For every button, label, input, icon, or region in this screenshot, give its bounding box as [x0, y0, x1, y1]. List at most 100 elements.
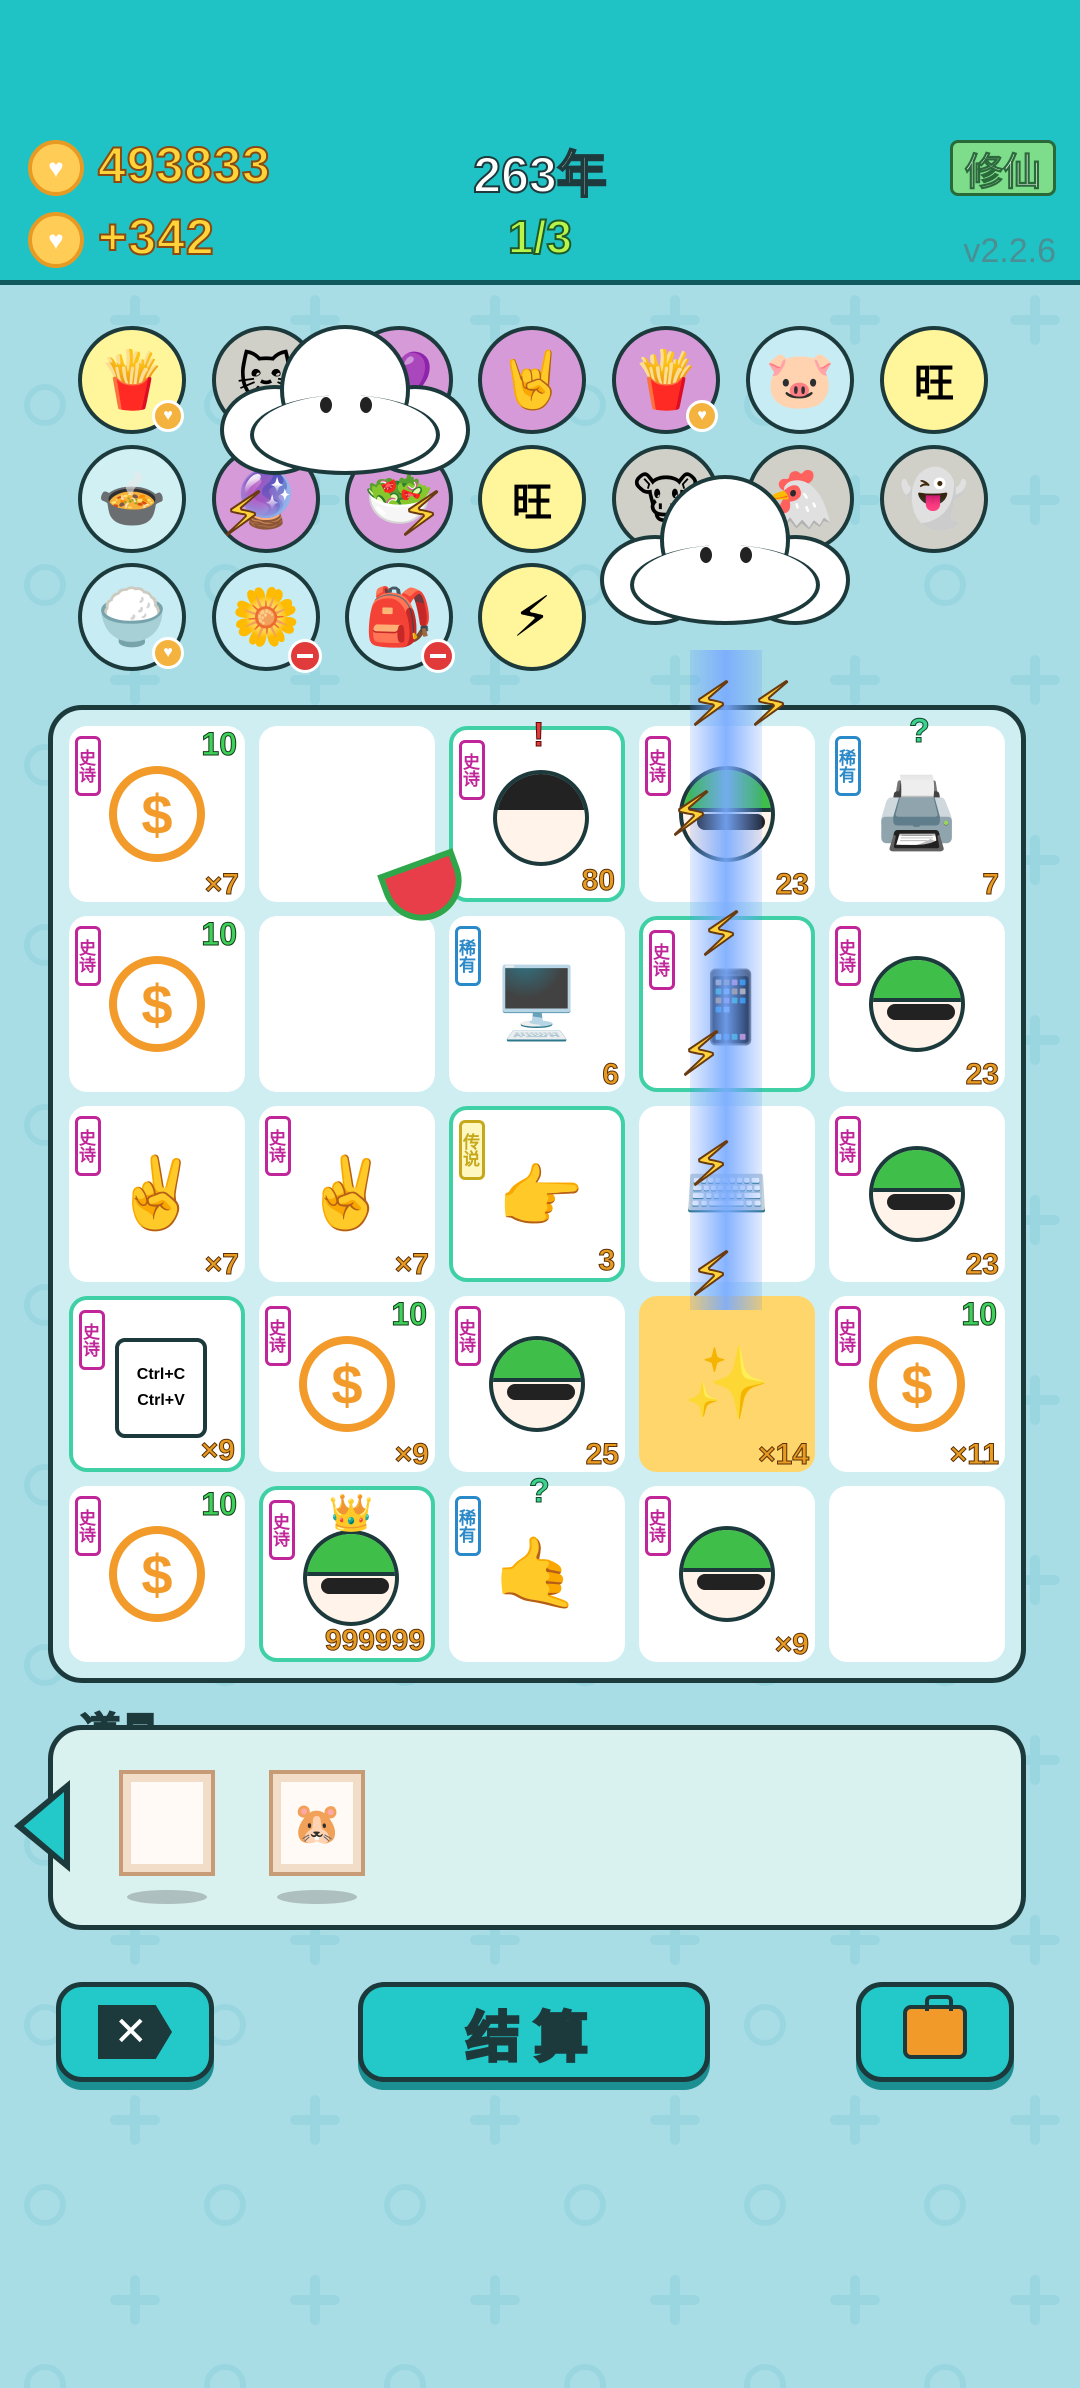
symbol-slot[interactable]: 🍟 ♥	[78, 326, 186, 434]
settle-button[interactable]: 结算	[358, 1982, 710, 2082]
cell-value: ×7	[204, 1248, 239, 1282]
dollar-coin-icon: $	[107, 1524, 207, 1624]
symbol-slot[interactable]: 🐷	[746, 326, 854, 434]
dollar-coin-icon: $	[867, 1334, 967, 1434]
year-counter: 263年	[472, 146, 607, 204]
board-cell[interactable]: 史诗 ✌️ ×7	[69, 1106, 245, 1282]
cell-value: ×11	[949, 1438, 999, 1472]
face-icon	[677, 1524, 777, 1624]
board-cell[interactable]: ✨ ×14	[639, 1296, 815, 1472]
cell-value: ×14	[758, 1438, 810, 1472]
bonus-value: 10	[201, 916, 238, 953]
cell-value: ×9	[200, 1434, 235, 1468]
symbol-slot[interactable]: 🍲	[78, 445, 186, 553]
stars-icon: ✨	[683, 1344, 771, 1422]
symbol-icon: 🍲	[97, 467, 167, 530]
board-cell[interactable]: 史诗 ✌️ ×7	[259, 1106, 435, 1282]
heart-badge-icon: ♥	[152, 400, 184, 432]
symbol-icon: 🌼	[231, 585, 301, 648]
rarity-tag: 史诗	[455, 1306, 481, 1366]
symbol-icon: 🎒	[364, 585, 434, 648]
board-cell[interactable]: 史诗 $10 ×11	[829, 1296, 1005, 1472]
question-icon: ?	[909, 712, 931, 751]
rarity-tag: 史诗	[835, 1116, 861, 1176]
cloud-icon	[600, 475, 850, 625]
symbol-slot[interactable]: 🍟 ♥	[612, 326, 720, 434]
symbol-slot[interactable]: 👻	[880, 445, 988, 553]
rarity-tag: 史诗	[265, 1306, 291, 1366]
board-cell[interactable]	[259, 916, 435, 1092]
board-cell[interactable]: 史诗 $10 ×9	[259, 1296, 435, 1472]
face-icon	[867, 1144, 967, 1244]
lightning-icon: ⚡	[399, 480, 443, 549]
cell-value: 80	[581, 864, 615, 898]
tool-item[interactable]: 🐹	[269, 1770, 365, 1876]
cell-value: 3	[598, 1244, 616, 1278]
tool-shadow	[277, 1890, 357, 1904]
discard-button[interactable]: ✕	[56, 1982, 214, 2082]
cell-value: ×9	[394, 1438, 429, 1472]
board-cell[interactable]: 传说 👉 3	[449, 1106, 625, 1282]
rarity-tag: 稀有	[455, 926, 481, 986]
lightning-icon: ⚡	[749, 670, 793, 739]
dollar-coin-icon: $	[107, 764, 207, 864]
board-cell[interactable]: 史诗 👑 999999	[259, 1486, 435, 1662]
lightning-icon: ⚡	[221, 480, 265, 549]
heart-badge-icon: ♥	[152, 637, 184, 669]
hand-yellow-icon: 👉	[497, 1158, 585, 1236]
symbol-slot[interactable]: 🎒	[345, 563, 455, 673]
bonus-value: 10	[201, 726, 238, 763]
remove-icon[interactable]	[421, 639, 455, 673]
inventory-button[interactable]	[856, 1982, 1014, 2082]
symbol-slot[interactable]: 🍚 ♥	[78, 563, 186, 671]
board-cell[interactable]: 史诗 Ctrl+C Ctrl+V ×9	[69, 1296, 245, 1472]
remove-icon[interactable]	[288, 639, 322, 673]
symbol-slot[interactable]: 旺	[880, 326, 988, 434]
board-cell[interactable]: 史诗 $10	[69, 916, 245, 1092]
rarity-tag: 史诗	[265, 1116, 291, 1176]
cell-value: 25	[585, 1438, 619, 1472]
cell-value: 23	[965, 1058, 999, 1092]
lightning-icon: ⚡	[689, 1130, 733, 1199]
question-icon: ?	[529, 1472, 551, 1511]
board-cell[interactable]: 史诗 $10	[69, 1486, 245, 1662]
scroll-left-arrow[interactable]	[14, 1780, 70, 1872]
frame-icon	[131, 1782, 203, 1864]
bonus-value: 10	[961, 1296, 998, 1333]
symbol-icon: 旺	[914, 362, 954, 406]
rarity-tag: 史诗	[645, 736, 671, 796]
board-cell[interactable]: 史诗 80!	[449, 716, 625, 902]
lightning-icon: ⚡	[679, 1020, 723, 1089]
tool-item[interactable]	[119, 1770, 215, 1876]
rarity-tag: 史诗	[649, 930, 675, 990]
xiuxian-button[interactable]: 修仙	[950, 140, 1056, 196]
cell-value: 999999	[324, 1624, 425, 1658]
symbol-slot[interactable]: 🤘	[478, 326, 586, 434]
rarity-tag: 史诗	[459, 740, 485, 800]
symbol-slot[interactable]: ⚡	[478, 563, 586, 671]
symbol-icon: 👻	[899, 467, 969, 530]
hand-icon: ✌️	[113, 1154, 201, 1232]
board-cell[interactable]: 史诗 25	[449, 1296, 625, 1472]
frame-icon: 🐹	[281, 1782, 353, 1864]
rarity-tag: 传说	[459, 1120, 485, 1180]
board-cell[interactable]: 史诗 $10 ×7	[69, 726, 245, 902]
board-cell[interactable]: 史诗 ×9	[639, 1486, 815, 1662]
lightning-beam	[690, 650, 762, 1310]
symbol-slot[interactable]: 旺	[478, 445, 586, 553]
cell-value: 7	[982, 868, 1000, 902]
symbol-icon: 旺	[512, 481, 552, 525]
symbol-icon: 🤘	[497, 348, 567, 411]
board-cell[interactable]: 稀有 🖥️ 6	[449, 916, 625, 1092]
slot-board: 史诗$10×7史诗80!史诗23稀有🖨️7?史诗$10稀有🖥️6史诗📱史诗23史…	[48, 705, 1026, 1683]
alert-icon: !	[532, 716, 545, 755]
board-cell[interactable]: 史诗 23	[829, 1106, 1005, 1282]
board-cell[interactable]: 稀有 🖨️ 7?	[829, 712, 1005, 902]
board-cell[interactable]: 稀有 🤙?	[449, 1472, 625, 1662]
rarity-tag: 史诗	[269, 1500, 295, 1560]
lightning-icon: ⚡	[699, 900, 743, 969]
board-cell[interactable]: 史诗 23	[829, 916, 1005, 1092]
cell-value: ×7	[204, 868, 239, 902]
symbol-slot[interactable]: 🌼	[212, 563, 322, 673]
board-cell[interactable]	[829, 1486, 1005, 1662]
